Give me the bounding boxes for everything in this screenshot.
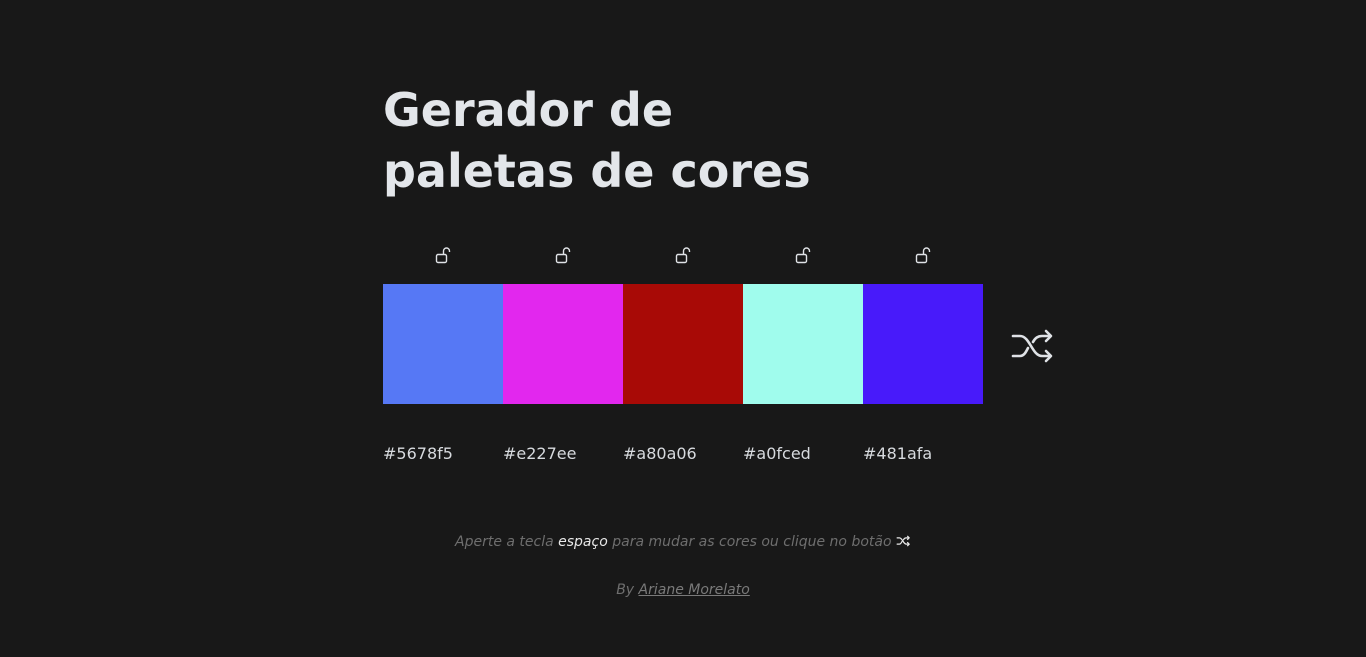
color-column: #e227ee	[503, 246, 623, 465]
unlocked-padlock-icon[interactable]	[915, 246, 931, 264]
unlocked-padlock-icon[interactable]	[435, 246, 451, 264]
color-swatch[interactable]	[383, 284, 503, 404]
keyboard-hint: Aperte a tecla espaço para mudar as core…	[0, 532, 1366, 552]
unlocked-padlock-icon[interactable]	[675, 246, 691, 264]
color-column: #a80a06	[623, 246, 743, 465]
hint-text-before: Aperte a tecla	[455, 534, 554, 550]
credit-prefix: By	[616, 582, 635, 598]
page-title-line-2: paletas de cores	[383, 144, 811, 198]
color-column: #a0fced	[743, 246, 863, 465]
unlocked-padlock-icon[interactable]	[795, 246, 811, 264]
hint-text-after: para mudar as cores ou clique no botão	[612, 534, 892, 550]
shuffle-icon[interactable]	[1010, 327, 1056, 365]
color-column: #481afa	[863, 246, 983, 465]
author-link[interactable]: Ariane Morelato	[639, 582, 750, 598]
page-title: Gerador de paletas de cores	[383, 80, 811, 202]
color-hex-label[interactable]: #e227ee	[503, 443, 623, 465]
color-hex-label[interactable]: #a0fced	[743, 443, 863, 465]
color-hex-label[interactable]: #a80a06	[623, 443, 743, 465]
app: Gerador de paletas de cores #5678f5 #e22…	[0, 0, 1366, 657]
unlocked-padlock-icon[interactable]	[555, 246, 571, 264]
color-swatch[interactable]	[863, 284, 983, 404]
color-swatch[interactable]	[743, 284, 863, 404]
shuffle-icon	[896, 535, 910, 547]
hint-key: espaço	[558, 534, 608, 550]
page-title-line-1: Gerador de	[383, 83, 674, 137]
color-palette: #5678f5 #e227ee #a80a06 #a0fced #481afa	[383, 246, 983, 465]
color-hex-label[interactable]: #5678f5	[383, 443, 503, 465]
color-swatch[interactable]	[623, 284, 743, 404]
color-hex-label[interactable]: #481afa	[863, 443, 983, 465]
color-swatch[interactable]	[503, 284, 623, 404]
color-column: #5678f5	[383, 246, 503, 465]
credit: By Ariane Morelato	[0, 580, 1366, 600]
